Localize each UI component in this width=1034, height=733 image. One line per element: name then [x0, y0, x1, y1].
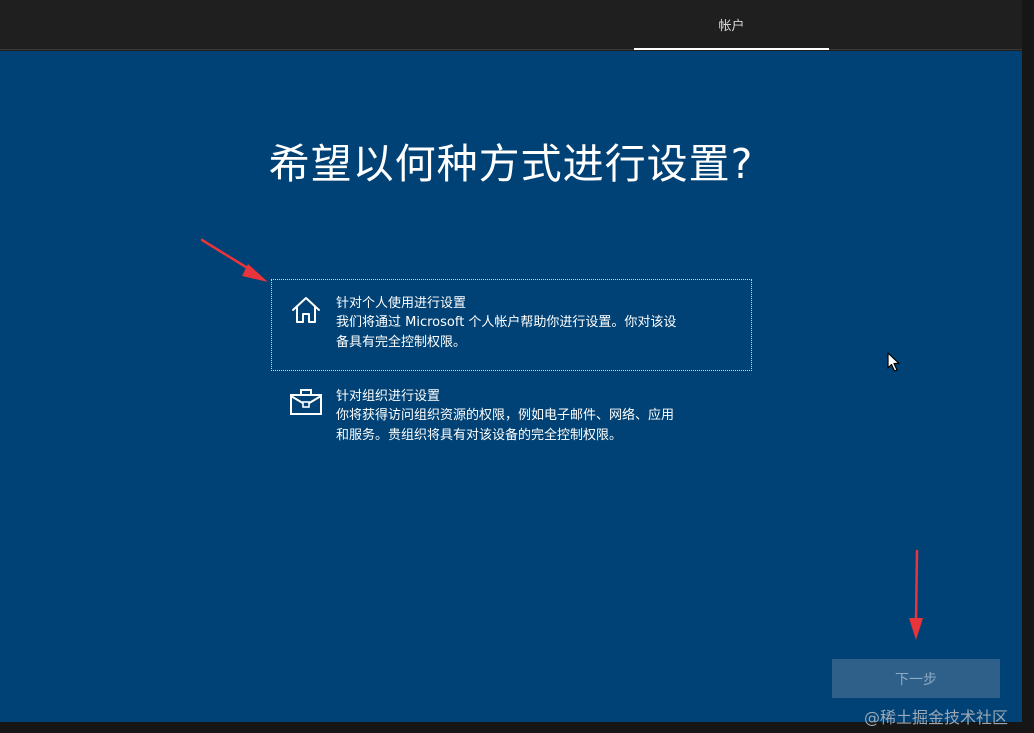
- oobe-window: 帐户 希望以何种方式进行设置? 针对个人使用进行设置 我们将通过 Microso…: [0, 0, 1034, 733]
- option-personal-use[interactable]: 针对个人使用进行设置 我们将通过 Microsoft 个人帐户帮助你进行设置。你…: [271, 279, 752, 371]
- option-description: 你将获得访问组织资源的权限，例如电子邮件、网络、应用: [336, 408, 675, 423]
- next-button[interactable]: 下一步: [832, 659, 1000, 698]
- home-icon: [288, 295, 324, 327]
- annotation-arrow-icon: [909, 549, 923, 640]
- option-description: 备具有完全控制权限。: [336, 335, 467, 350]
- window-edge: [1022, 0, 1034, 733]
- tab-account[interactable]: 帐户: [634, 0, 829, 50]
- watermark: @稀土掘金技术社区: [864, 708, 1009, 727]
- briefcase-icon: [288, 388, 324, 420]
- mouse-cursor-icon: [887, 352, 900, 372]
- top-bar: 帐户: [0, 0, 1022, 50]
- option-title: 针对个人使用进行设置: [336, 296, 467, 311]
- option-organization[interactable]: 针对组织进行设置 你将获得访问组织资源的权限，例如电子邮件、网络、应用 和服务。…: [271, 372, 752, 462]
- option-description: 我们将通过 Microsoft 个人帐户帮助你进行设置。你对该设: [336, 315, 677, 330]
- option-description: 和服务。贵组织将具有对该设备的完全控制权限。: [336, 428, 623, 443]
- annotation-arrow-icon: [200, 238, 268, 282]
- page-title: 希望以何种方式进行设置?: [268, 140, 754, 188]
- option-title: 针对组织进行设置: [336, 389, 441, 404]
